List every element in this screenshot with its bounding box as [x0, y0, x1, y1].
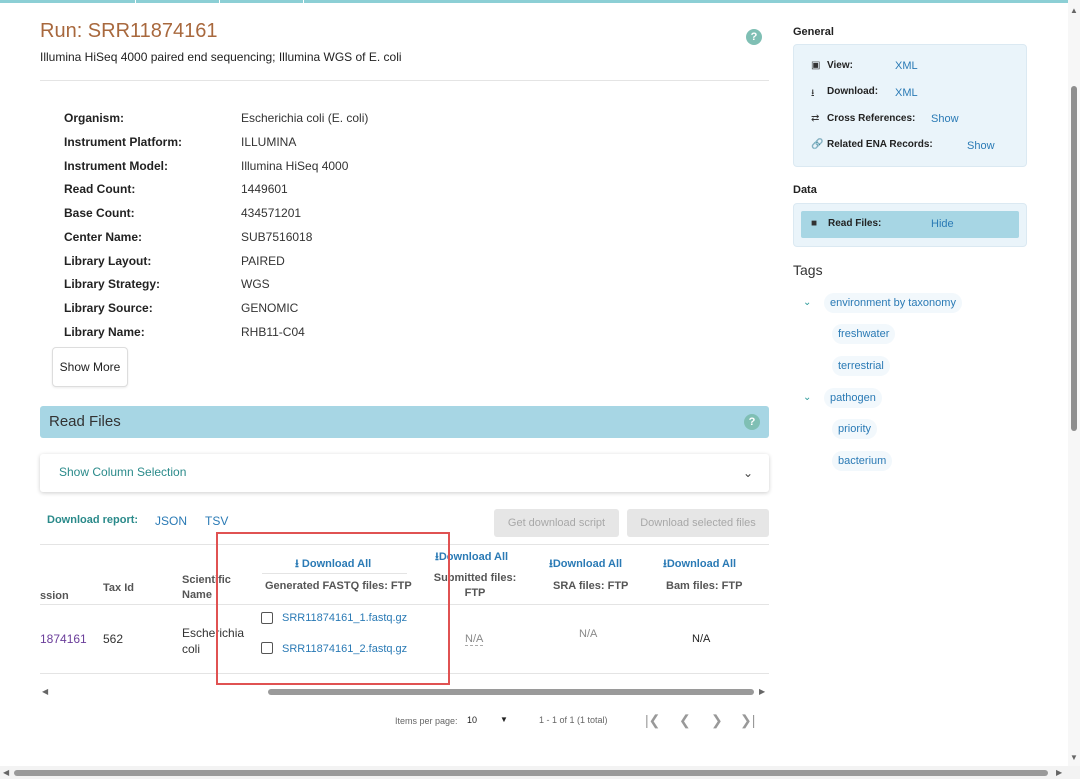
- cross-references-label: Cross References:: [827, 113, 916, 124]
- meta-label-instrument-platform: Instrument Platform:: [64, 135, 183, 149]
- scroll-left-arrow-icon[interactable]: ◀: [42, 687, 48, 696]
- general-heading: General: [793, 26, 834, 38]
- meta-value-library-name: RHB11-C04: [241, 325, 305, 339]
- meta-label-center-name: Center Name:: [64, 230, 143, 244]
- last-page-icon[interactable]: ❯|: [740, 712, 755, 729]
- tag-pathogen[interactable]: pathogen: [824, 388, 882, 408]
- header-divider: [40, 80, 769, 81]
- tag-freshwater[interactable]: freshwater: [832, 324, 896, 344]
- submitted-files-value: N/A: [465, 633, 484, 646]
- page-scroll-right-arrow-icon[interactable]: ▶: [1056, 768, 1062, 777]
- run-accession-link[interactable]: 1874161: [40, 632, 87, 646]
- tag-priority[interactable]: priority: [832, 419, 878, 439]
- folder-icon: ■: [811, 218, 818, 229]
- items-per-page-select[interactable]: 10 ▼: [467, 715, 513, 725]
- download-all-bam-link[interactable]: ⭳Download All: [663, 555, 736, 574]
- meta-value-base-count: 434571201: [241, 206, 302, 220]
- scroll-right-arrow-icon[interactable]: ▶: [759, 687, 765, 696]
- meta-label-organism: Organism:: [64, 111, 125, 125]
- meta-value-center-name: SUB7516018: [241, 230, 313, 244]
- previous-page-icon[interactable]: ❮: [679, 712, 691, 729]
- read-files-help-icon[interactable]: ?: [744, 414, 760, 430]
- tax-id-link[interactable]: 562: [103, 632, 123, 646]
- meta-label-instrument-model: Instrument Model:: [64, 159, 168, 173]
- page-horizontal-scrollbar-thumb[interactable]: [14, 770, 1048, 776]
- highlight-annotation-box: [216, 532, 450, 685]
- download-report-json-link[interactable]: JSON: [155, 514, 187, 528]
- top-accent-line: [0, 0, 1080, 3]
- tag-group-chevron-icon[interactable]: ⌄: [803, 297, 811, 308]
- scroll-up-arrow-icon[interactable]: ▲: [1070, 6, 1078, 15]
- meta-label-library-layout: Library Layout:: [64, 254, 152, 268]
- tag-terrestrial[interactable]: terrestrial: [832, 356, 890, 376]
- meta-label-library-strategy: Library Strategy:: [64, 277, 161, 291]
- tags-heading: Tags: [793, 262, 823, 278]
- column-header-tax-id: Tax Id: [103, 582, 134, 594]
- page-title: Run: SRR11874161: [40, 20, 218, 42]
- cross-references-show-link[interactable]: Show: [931, 113, 959, 125]
- dropdown-arrow-icon: ▼: [500, 715, 508, 724]
- meta-value-library-source: GENOMIC: [241, 301, 299, 315]
- read-files-title: Read Files: [49, 413, 121, 430]
- table-scrollbar-thumb[interactable]: [268, 689, 754, 695]
- general-panel: ▣ View: XML ⭳ Download: XML ⇄ Cross Refe…: [793, 44, 1027, 167]
- meta-value-instrument-model: Illumina HiSeq 4000: [241, 159, 349, 173]
- next-page-icon[interactable]: ❯: [711, 712, 723, 729]
- meta-label-read-count: Read Count:: [64, 182, 136, 196]
- chevron-down-icon: ⌄: [742, 466, 753, 480]
- read-files-data-item[interactable]: ■ Read Files: Hide: [801, 211, 1019, 238]
- get-download-script-button[interactable]: Get download script: [494, 509, 619, 537]
- meta-label-base-count: Base Count:: [64, 206, 135, 220]
- download-xml-link[interactable]: XML: [895, 87, 918, 99]
- download-label: Download:: [827, 86, 879, 97]
- view-icon: ▣: [811, 60, 821, 71]
- first-page-icon[interactable]: |❮: [645, 712, 660, 729]
- run-subtitle: Illumina HiSeq 4000 paired end sequencin…: [40, 50, 402, 64]
- download-report-label: Download report:: [47, 514, 139, 526]
- tag-bacterium[interactable]: bacterium: [832, 451, 893, 471]
- column-selection-label: Show Column Selection: [59, 465, 187, 479]
- meta-value-instrument-platform: ILLUMINA: [241, 135, 297, 149]
- pagination-range: 1 - 1 of 1 (1 total): [539, 715, 608, 725]
- sra-files-value: N/A: [579, 628, 598, 640]
- items-per-page-label: Items per page:: [395, 716, 458, 726]
- page-vertical-scrollbar-thumb[interactable]: [1071, 86, 1077, 431]
- download-icon: ⭳: [811, 88, 815, 99]
- column-header-accession: ssion: [40, 590, 69, 602]
- organism-link[interactable]: Escherichia coli (E. coli): [241, 111, 368, 125]
- read-files-data-label: Read Files:: [828, 218, 882, 229]
- related-ena-records-show-link[interactable]: Show: [967, 140, 995, 152]
- download-report-tsv-link[interactable]: TSV: [205, 514, 228, 528]
- download-all-sra-link[interactable]: ⭳Download All: [549, 555, 622, 574]
- column-selection-expander[interactable]: Show Column Selection ⌄: [40, 454, 769, 492]
- swap-icon: ⇄: [811, 113, 820, 124]
- tag-group-chevron-icon[interactable]: ⌄: [803, 392, 811, 403]
- meta-value-read-count: 1449601: [241, 182, 288, 196]
- page-scroll-left-arrow-icon[interactable]: ◀: [3, 768, 9, 777]
- tag-environment-by-taxonomy[interactable]: environment by taxonomy: [824, 293, 962, 313]
- meta-label-library-source: Library Source:: [64, 301, 153, 315]
- data-heading: Data: [793, 184, 817, 196]
- read-files-hide-link[interactable]: Hide: [931, 218, 954, 230]
- data-panel: ■ Read Files: Hide: [793, 203, 1027, 247]
- meta-label-library-name: Library Name:: [64, 325, 145, 339]
- column-header-sra-files: SRA files: FTP: [553, 580, 629, 592]
- view-label: View:: [827, 60, 853, 71]
- read-files-header: Read Files ?: [40, 406, 769, 438]
- meta-value-library-strategy: WGS: [241, 277, 270, 291]
- show-more-button[interactable]: Show More: [52, 347, 128, 387]
- download-selected-files-button[interactable]: Download selected files: [627, 509, 769, 537]
- view-xml-link[interactable]: XML: [895, 60, 918, 72]
- related-ena-records-label: Related ENA Records:: [827, 139, 933, 150]
- bam-files-value: N/A: [692, 633, 711, 645]
- meta-value-library-layout: PAIRED: [241, 254, 285, 268]
- link-icon: 🔗: [811, 139, 824, 150]
- column-header-bam-files: Bam files: FTP: [666, 580, 743, 592]
- scroll-down-arrow-icon[interactable]: ▼: [1070, 753, 1078, 762]
- help-icon[interactable]: ?: [746, 29, 762, 45]
